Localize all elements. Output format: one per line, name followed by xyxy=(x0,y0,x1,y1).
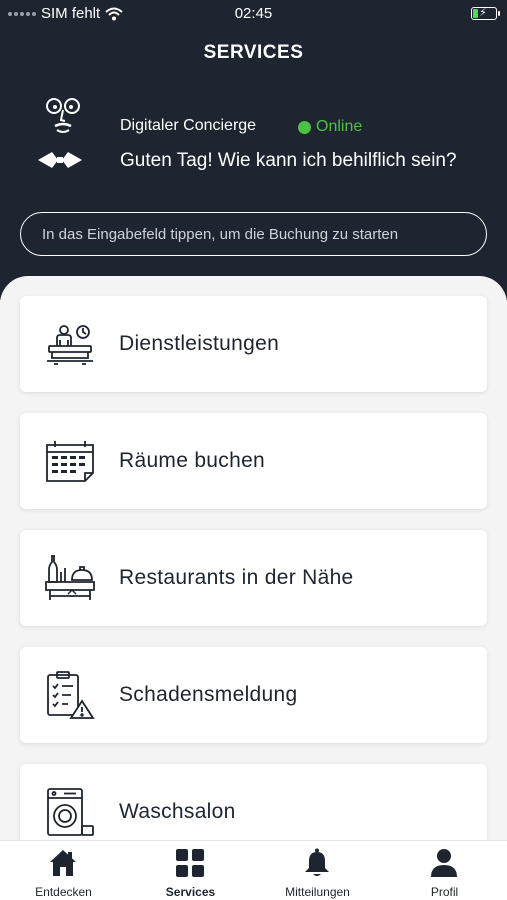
restaurant-icon xyxy=(45,555,95,600)
home-icon xyxy=(50,850,76,876)
status-bar: SIM fehlt 02:45 ⚡ xyxy=(0,0,507,28)
services-list: Dienstleistungen Räume buchen Restaurant… xyxy=(0,276,507,840)
service-card-dienstleistungen[interactable]: Dienstleistungen xyxy=(20,296,487,392)
damage-report-icon xyxy=(47,671,95,719)
tab-label: Entdecken xyxy=(35,885,92,899)
concierge-name: Digitaler Concierge xyxy=(120,117,257,134)
header-panel: SIM fehlt 02:45 ⚡ SERVICES Digitaler Con… xyxy=(0,0,507,300)
tab-label: Services xyxy=(165,885,216,899)
tab-services[interactable]: Services xyxy=(127,841,254,900)
clock: 02:45 xyxy=(234,5,273,22)
page-title: SERVICES xyxy=(203,42,304,63)
service-card-waschsalon[interactable]: Waschsalon xyxy=(20,764,487,840)
battery-icon: ⚡ xyxy=(471,7,500,20)
service-label: Waschsalon xyxy=(119,800,236,823)
reception-service-icon xyxy=(47,325,93,365)
service-label: Restaurants in der Nähe xyxy=(119,566,354,589)
service-label: Dienstleistungen xyxy=(119,332,280,355)
washing-machine-icon xyxy=(47,788,94,836)
grid-icon xyxy=(176,849,204,877)
tab-mitteilungen[interactable]: Mitteilungen xyxy=(254,841,381,900)
bell-icon xyxy=(305,848,329,876)
service-label: Schadensmeldung xyxy=(119,683,298,706)
service-card-schadensmeldung[interactable]: Schadensmeldung xyxy=(20,647,487,743)
tab-bar: Entdecken Services Mitteilungen Profil xyxy=(0,840,507,900)
tab-label: Mitteilungen xyxy=(285,885,350,899)
concierge-greeting: Guten Tag! Wie kann ich behilflich sein? xyxy=(120,150,457,171)
user-icon xyxy=(431,849,457,877)
tab-label: Profil xyxy=(430,885,459,899)
concierge-avatar-icon xyxy=(38,98,82,168)
online-status-label: Online xyxy=(316,118,363,135)
tab-entdecken[interactable]: Entdecken xyxy=(0,841,127,900)
online-dot-icon xyxy=(298,120,311,134)
booking-input[interactable] xyxy=(20,212,487,256)
calendar-icon xyxy=(46,441,94,482)
online-status: Online xyxy=(298,118,362,136)
service-card-restaurants[interactable]: Restaurants in der Nähe xyxy=(20,530,487,626)
service-label: Räume buchen xyxy=(119,449,266,472)
service-card-raeume-buchen[interactable]: Räume buchen xyxy=(20,413,487,509)
tab-profil[interactable]: Profil xyxy=(381,841,507,900)
